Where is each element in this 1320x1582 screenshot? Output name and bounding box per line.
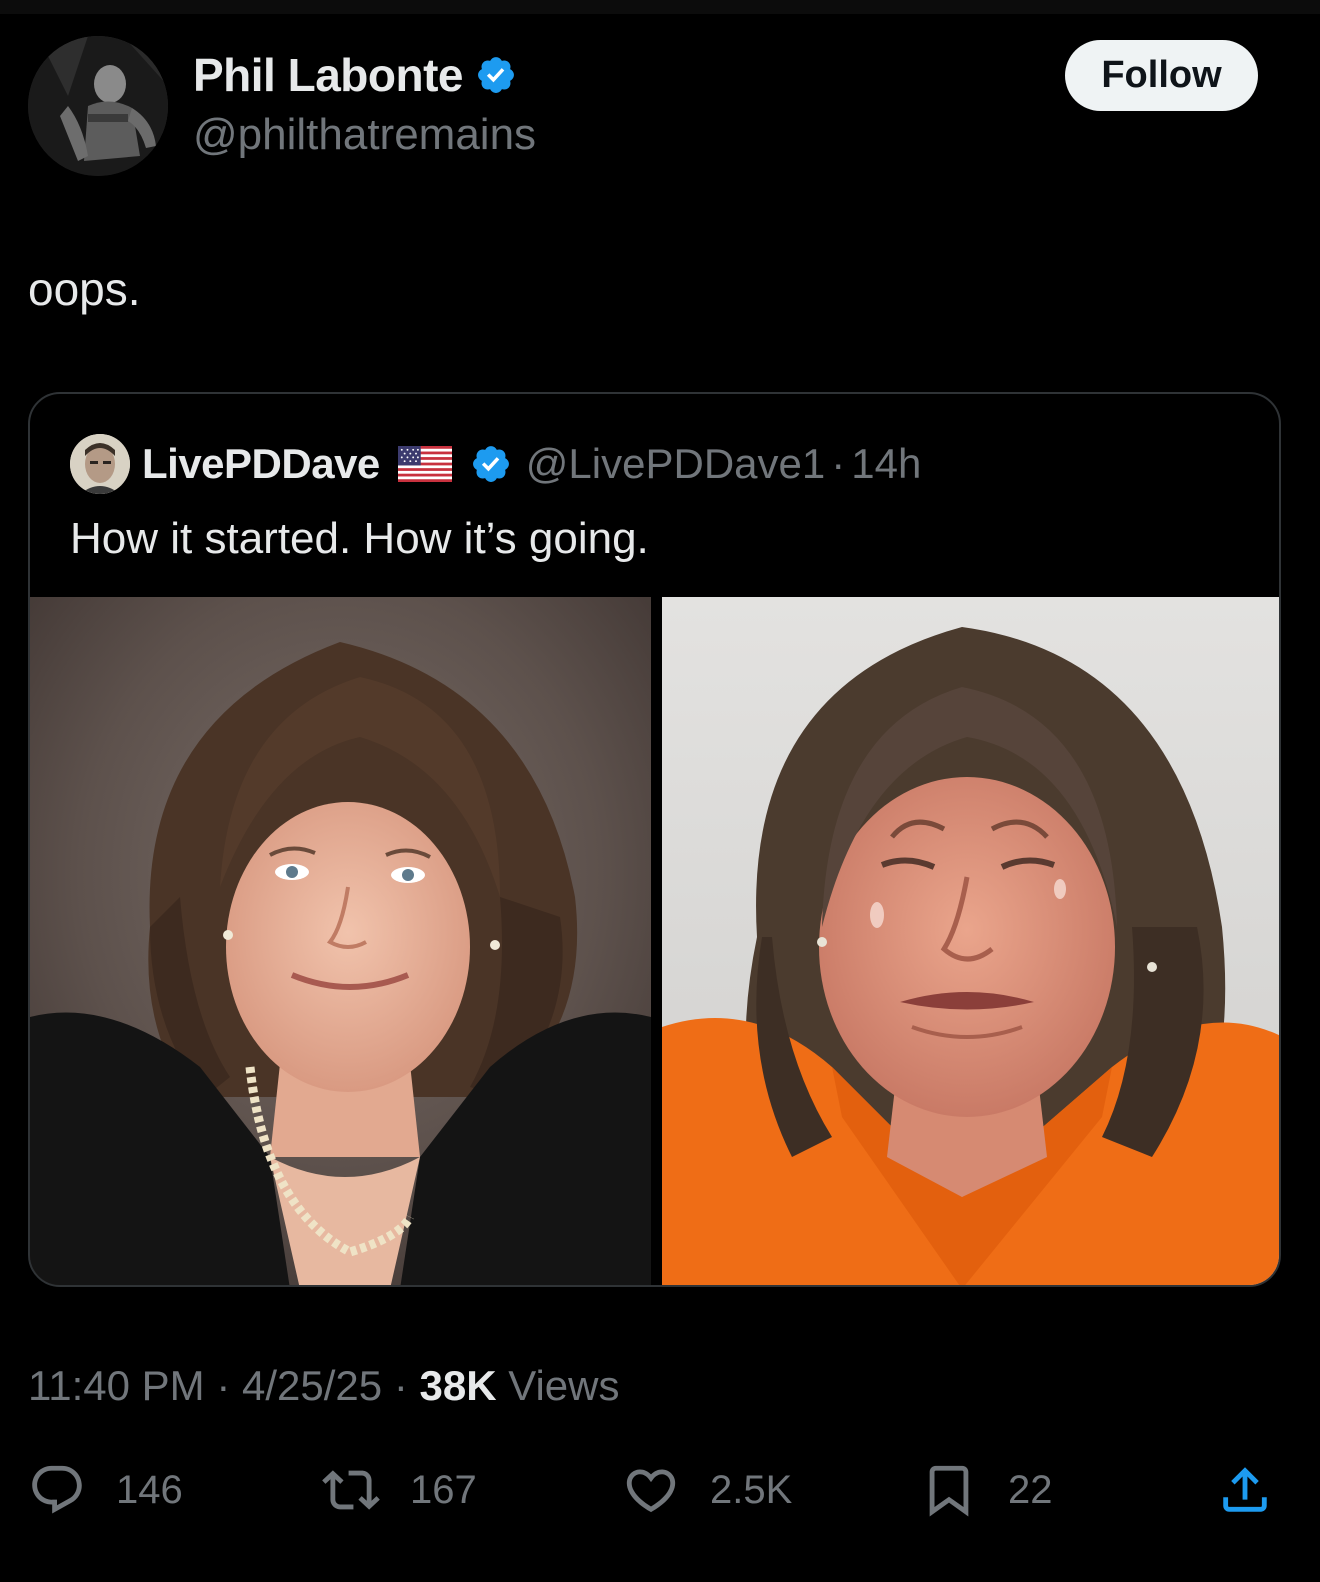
repost-button[interactable]: 167 bbox=[322, 1462, 477, 1518]
tweet-meta: 11:40 PM · 4/25/25 · 38K Views bbox=[28, 1362, 620, 1410]
quote-header-row: LivePDDave @LivePDDave1 · 14h bbox=[142, 436, 921, 492]
reply-count: 146 bbox=[116, 1467, 183, 1512]
like-count: 2.5K bbox=[710, 1467, 793, 1512]
tweet-text: oops. bbox=[28, 263, 141, 315]
author-handle[interactable]: @philthatremains bbox=[193, 110, 536, 160]
quote-separator: · bbox=[831, 440, 846, 487]
meta-separator: · bbox=[393, 1362, 408, 1409]
tweet-time[interactable]: 11:40 PM bbox=[28, 1362, 205, 1409]
share-icon bbox=[1223, 1467, 1267, 1512]
verified-badge-icon bbox=[478, 57, 514, 93]
reply-button[interactable]: 146 bbox=[28, 1462, 183, 1518]
author-display-name[interactable]: Phil Labonte bbox=[193, 48, 464, 102]
right-photo[interactable] bbox=[662, 597, 1279, 1285]
quote-timestamp[interactable]: 14h bbox=[851, 440, 921, 488]
quote-display-name[interactable]: LivePDDave bbox=[142, 440, 380, 488]
bookmark-icon bbox=[929, 1465, 969, 1517]
bookmark-button[interactable]: 22 bbox=[920, 1462, 1053, 1518]
quote-avatar-image bbox=[70, 434, 130, 494]
left-photo-image bbox=[30, 597, 651, 1285]
quote-verified-badge-icon bbox=[472, 446, 509, 482]
share-button[interactable] bbox=[1216, 1462, 1274, 1518]
quote-text: How it started. How it’s going. bbox=[70, 514, 649, 563]
quote-media bbox=[30, 597, 1279, 1285]
status-bar bbox=[0, 0, 1320, 14]
repost-icon bbox=[322, 1470, 380, 1510]
left-photo[interactable] bbox=[30, 597, 651, 1285]
author-name-row: Phil Labonte bbox=[193, 48, 517, 102]
bookmark-count: 22 bbox=[1008, 1467, 1053, 1512]
us-flag-icon bbox=[397, 446, 452, 482]
reply-icon bbox=[32, 1465, 82, 1514]
right-photo-image bbox=[662, 597, 1279, 1285]
author-avatar-image bbox=[28, 36, 168, 176]
views-count: 38K bbox=[419, 1362, 497, 1409]
views-label: Views bbox=[508, 1362, 620, 1409]
tweet-date[interactable]: 4/25/25 bbox=[242, 1362, 382, 1409]
author-avatar[interactable] bbox=[28, 36, 168, 176]
repost-count: 167 bbox=[410, 1467, 477, 1512]
heart-icon bbox=[626, 1469, 676, 1513]
like-button[interactable]: 2.5K bbox=[622, 1462, 792, 1518]
quote-tweet-card[interactable]: LivePDDave @LivePDDave1 · 14h How it sta… bbox=[28, 392, 1281, 1287]
quote-author-avatar[interactable] bbox=[70, 434, 130, 494]
meta-separator: · bbox=[216, 1362, 231, 1409]
quote-handle[interactable]: @LivePDDave1 bbox=[526, 440, 825, 488]
follow-button[interactable]: Follow bbox=[1065, 40, 1258, 111]
